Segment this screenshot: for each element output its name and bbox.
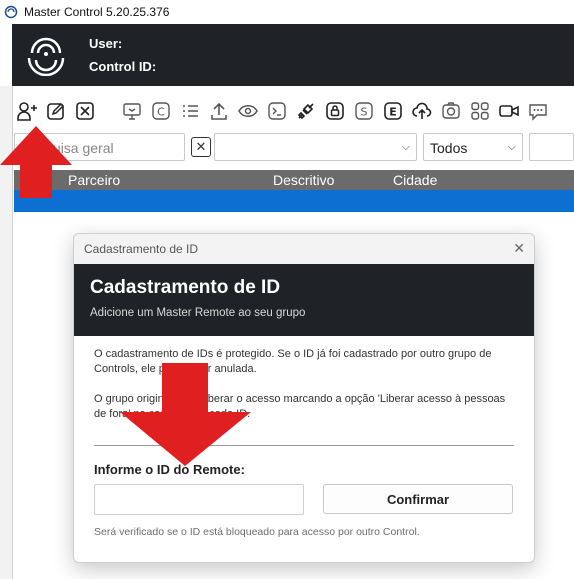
add-user-button[interactable]: [14, 98, 40, 124]
left-strip: [0, 86, 12, 579]
plug-icon: [297, 103, 314, 120]
s-button[interactable]: S: [351, 98, 377, 124]
upload-button[interactable]: [206, 98, 232, 124]
confirm-button[interactable]: Confirmar: [323, 484, 513, 514]
master-control-logo-icon: [27, 37, 65, 76]
svg-text:C: C: [157, 106, 165, 119]
lock-icon: [326, 102, 344, 120]
filter-select-1[interactable]: ⌵: [214, 133, 417, 161]
chat-button[interactable]: [525, 98, 551, 124]
search-placeholder: Pesquisa geral: [21, 140, 114, 156]
view-button[interactable]: [235, 98, 261, 124]
c-icon: C: [152, 102, 170, 120]
lock-button[interactable]: [322, 98, 348, 124]
control-id-label: Control ID:: [89, 59, 157, 74]
app-logo-icon: [4, 5, 18, 19]
eye-icon: [238, 105, 258, 117]
monitor-button[interactable]: [119, 98, 145, 124]
monitor-icon: [123, 103, 141, 120]
register-id-dialog: Cadastramento de ID ✕ Cadastramento de I…: [73, 233, 535, 563]
e-icon: E: [384, 102, 402, 120]
upload-icon: [211, 102, 227, 120]
list-icon: [183, 105, 198, 117]
dialog-body: O cadastramento de IDs é protegido. Se o…: [94, 347, 516, 422]
info-paragraph-2: O grupo original pode liberar o acesso m…: [94, 393, 506, 420]
window-titlebar: Master Control 5.20.25.376: [0, 0, 574, 24]
window-title: Master Control 5.20.25.376: [24, 5, 170, 19]
video-icon: [499, 105, 519, 117]
divider: [94, 445, 514, 446]
grid-button[interactable]: [467, 98, 493, 124]
dialog-subtitle: Adicione um Master Remote ao seu grupo: [90, 307, 306, 319]
video-button[interactable]: [496, 98, 522, 124]
verify-note: Será verificado se o ID está bloqueado p…: [94, 526, 420, 538]
filter-select-2[interactable]: Todos ⌵: [423, 133, 523, 161]
chevron-down-icon: ⌵: [507, 141, 516, 153]
camera-icon: [442, 102, 460, 119]
terminal-icon: [268, 102, 286, 120]
svg-text:S: S: [361, 106, 368, 119]
edit-icon: [47, 102, 65, 120]
dialog-heading: Cadastramento de ID: [90, 277, 281, 298]
column-header-cidade[interactable]: Cidade: [393, 172, 437, 188]
column-header-descritivo[interactable]: Descritivo: [273, 172, 334, 188]
chevron-down-icon: ⌵: [401, 141, 410, 153]
clear-search-button[interactable]: ✕: [191, 137, 211, 157]
cloud-upload-button[interactable]: [409, 98, 435, 124]
grid-icon: [471, 102, 489, 120]
id-field-label: Informe o ID do Remote:: [94, 462, 245, 477]
connect-button[interactable]: [293, 98, 319, 124]
user-label: User:: [89, 36, 123, 51]
list-button[interactable]: [177, 98, 203, 124]
camera-button[interactable]: [438, 98, 464, 124]
grid-header: Parceiro Descritivo Cidade: [14, 170, 574, 190]
svg-text:E: E: [389, 106, 397, 119]
c-button[interactable]: C: [148, 98, 174, 124]
filter-select-2-value: Todos: [430, 140, 468, 156]
table-row-selected[interactable]: [14, 190, 574, 212]
info-paragraph-1: O cadastramento de IDs é protegido. Se o…: [94, 348, 492, 375]
dialog-header: Cadastramento de ID Adicione um Master R…: [74, 264, 534, 336]
close-icon: ✕: [195, 139, 207, 154]
dialog-titlebar: Cadastramento de ID ✕: [74, 234, 534, 264]
e-button[interactable]: E: [380, 98, 406, 124]
edit-button[interactable]: [43, 98, 69, 124]
chat-icon: [529, 104, 547, 121]
terminal-button[interactable]: [264, 98, 290, 124]
toolbar: C S E: [14, 94, 574, 128]
add-user-icon: [17, 102, 37, 121]
cloud-upload-icon: [412, 102, 432, 119]
dialog-window-title: Cadastramento de ID: [84, 242, 199, 256]
s-icon: S: [355, 102, 373, 120]
filter-bar: Pesquisa geral ✕ ⌵ Todos ⌵: [14, 133, 574, 163]
close-icon[interactable]: ✕: [513, 240, 525, 257]
filter-select-3[interactable]: [529, 133, 574, 161]
column-header-parceiro[interactable]: Parceiro: [68, 172, 120, 188]
app-header: User: Control ID:: [12, 24, 574, 86]
delete-button[interactable]: [72, 98, 98, 124]
search-input[interactable]: Pesquisa geral: [14, 133, 185, 161]
remote-id-input[interactable]: [94, 484, 304, 515]
delete-icon: [76, 102, 94, 120]
